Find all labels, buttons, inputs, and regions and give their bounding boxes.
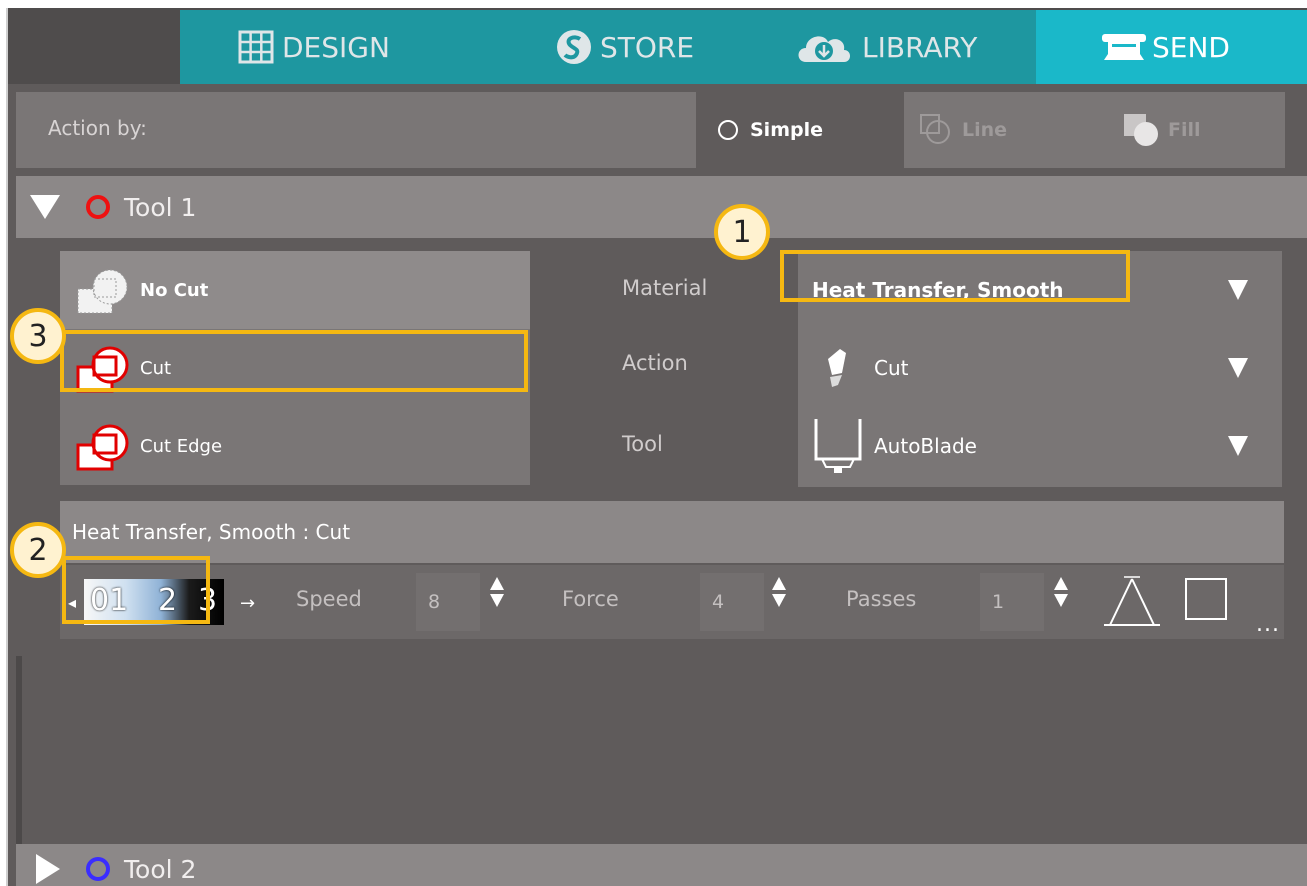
tab-send-label: SEND [1152, 30, 1230, 64]
tool-2-header[interactable]: Tool 2 [16, 844, 1307, 886]
action-line-label: Line [962, 119, 1008, 141]
silhouette-s-icon [557, 30, 591, 64]
blade-holder-icon [828, 349, 846, 387]
tab-design[interactable]: DESIGN [238, 10, 390, 84]
callout-1: 1 [714, 204, 770, 260]
action-label: Action [622, 351, 688, 375]
tool-2-title: Tool 2 [124, 854, 197, 884]
top-window-edge [0, 0, 1307, 8]
tab-store-label: STORE [600, 30, 695, 64]
passes-stepper[interactable] [1054, 577, 1070, 627]
material-label: Material [622, 276, 708, 300]
speed-field[interactable]: 8 [416, 573, 480, 631]
tool-value: AutoBlade [874, 434, 977, 458]
tool-1-title: Tool 1 [124, 192, 197, 222]
action-simple-label: Simple [750, 119, 823, 141]
passes-value: 1 [992, 591, 1005, 613]
highlight-cut-option [60, 330, 528, 392]
action-fill-label: Fill [1168, 119, 1201, 141]
highlight-material [780, 250, 1130, 302]
passes-label: Passes [846, 587, 917, 611]
tool-label: Tool [622, 432, 663, 456]
panel-edge [16, 656, 22, 846]
stepper-up-icon[interactable] [1054, 577, 1068, 590]
tab-design-label: DESIGN [282, 30, 390, 64]
highlight-preset [62, 556, 210, 624]
cut-option-no-cut[interactable]: No Cut [60, 251, 530, 329]
autoblade-icon [814, 419, 862, 473]
cut-option-no-cut-label: No Cut [140, 279, 209, 301]
tool-1-header[interactable]: Tool 1 [16, 176, 1307, 238]
arrow-right-icon[interactable]: → [240, 593, 255, 614]
grid-icon [238, 30, 274, 64]
chevron-down-icon[interactable] [1228, 436, 1248, 456]
tab-send[interactable]: SEND [1036, 10, 1307, 84]
expand-triangle-icon[interactable] [36, 854, 60, 884]
action-fill-option[interactable]: Fill [1094, 92, 1285, 168]
stepper-down-icon[interactable] [1054, 594, 1068, 607]
stepper-down-icon[interactable] [490, 594, 504, 607]
fill-shape-icon [1124, 114, 1158, 146]
stepper-up-icon[interactable] [772, 577, 786, 590]
cut-option-cut-edge-label: Cut Edge [140, 435, 223, 457]
overcut-icon[interactable] [1100, 575, 1164, 631]
cloud-download-icon [798, 36, 850, 62]
callout-3: 3 [10, 308, 66, 364]
line-shape-icon [920, 114, 950, 144]
radio-circle-icon [718, 120, 738, 140]
summary-text: Heat Transfer, Smooth : Cut [72, 520, 351, 544]
action-line-option[interactable]: Line [904, 92, 1094, 168]
collapse-triangle-icon[interactable] [30, 195, 60, 219]
material-action-summary: Heat Transfer, Smooth : Cut [60, 501, 1284, 563]
action-simple-option[interactable]: Simple [696, 92, 904, 168]
tab-library[interactable]: LIBRARY [794, 10, 977, 84]
cut-option-cut-edge[interactable]: Cut Edge [60, 407, 530, 485]
force-field[interactable]: 4 [700, 573, 764, 631]
cut-edge-icon [76, 424, 129, 471]
passes-field[interactable]: 1 [980, 573, 1044, 631]
line-segment-overcut-icon[interactable] [1184, 577, 1230, 623]
speed-label: Speed [296, 587, 362, 611]
chevron-down-icon[interactable] [1228, 280, 1248, 300]
chevron-down-icon[interactable] [1228, 358, 1248, 378]
callout-2: 2 [10, 522, 66, 578]
tool-1-color-icon [86, 195, 110, 219]
speed-value: 8 [428, 591, 441, 613]
action-by-row: Action by: Simple Line Fill [16, 92, 1285, 168]
top-navigation: DESIGN STORE LIBRARY SEND [8, 8, 1307, 84]
tool-dropdown[interactable]: AutoBlade [798, 407, 1282, 485]
cutter-machine-icon [1102, 34, 1146, 60]
send-panel: DESIGN STORE LIBRARY SEND Action by: Sim… [6, 8, 1307, 886]
tool-2-color-icon [86, 857, 110, 881]
tab-library-label: LIBRARY [862, 30, 978, 64]
speed-stepper[interactable] [490, 577, 506, 627]
more-options-icon[interactable]: ... [1256, 612, 1280, 637]
tab-store[interactable]: STORE [556, 10, 694, 84]
force-stepper[interactable] [772, 577, 788, 627]
cut-parameters-row: ◂ 01 2 3 → Speed 8 Force 4 Passes 1 ... [60, 565, 1284, 639]
action-dropdown[interactable]: Cut [798, 329, 1282, 407]
action-value: Cut [874, 356, 909, 380]
no-cut-icon [77, 269, 128, 314]
force-value: 4 [712, 591, 725, 613]
stepper-down-icon[interactable] [772, 594, 786, 607]
action-by-label: Action by: [48, 116, 147, 140]
force-label: Force [562, 587, 619, 611]
stepper-up-icon[interactable] [490, 577, 504, 590]
